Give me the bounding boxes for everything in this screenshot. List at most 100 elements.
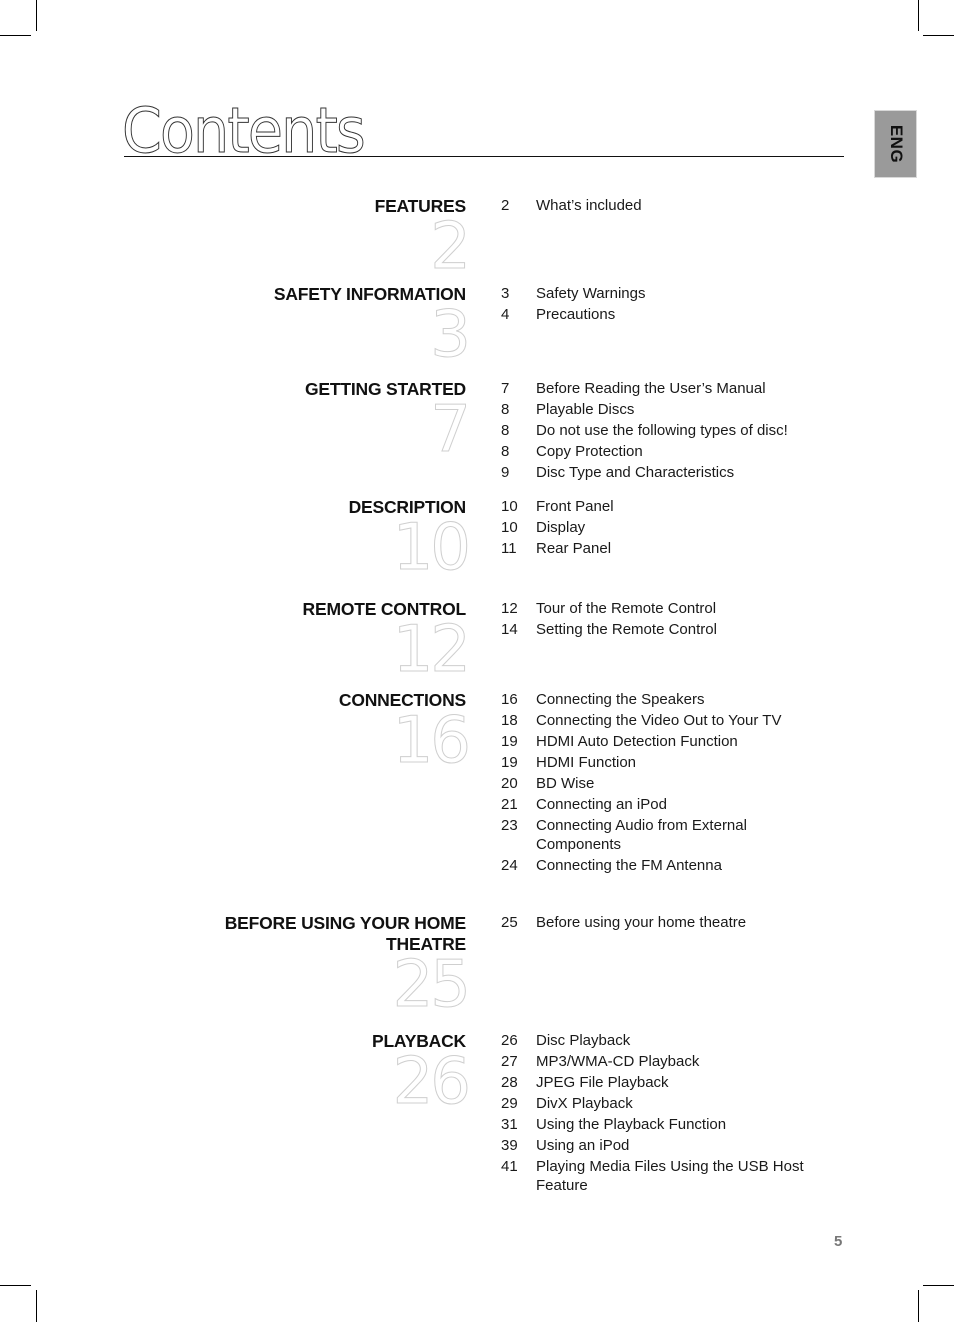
toc-entry-page: 8 xyxy=(501,422,510,439)
toc-entry[interactable]: 10 Front Panel xyxy=(501,497,831,516)
toc-entry[interactable]: 31 Using the Playback Function xyxy=(501,1115,831,1134)
language-tab: ENG xyxy=(874,110,917,178)
toc-entry[interactable]: 20 BD Wise xyxy=(501,774,831,793)
toc-entry-label: MP3/WMA-CD Playback xyxy=(536,1053,700,1070)
toc-entry[interactable]: 23 Connecting Audio from External Compone… xyxy=(501,816,831,854)
section-start-page-number: 26 xyxy=(392,1045,471,1119)
toc-entry[interactable]: 28 JPEG File Playback xyxy=(501,1073,831,1092)
toc-entry-page: 8 xyxy=(501,443,510,460)
toc-entry-label: Connecting the FM Antenna xyxy=(536,857,722,874)
section-header: DESCRIPTION 10 xyxy=(166,497,472,585)
crop-mark-top-right-vertical xyxy=(918,0,919,31)
section-start-page-number: 3 xyxy=(430,298,472,372)
toc-entry-label: Disc Type and Characteristics xyxy=(536,464,735,481)
toc-entry-label: BD Wise xyxy=(536,775,595,792)
section-item-list: 12 Tour of the Remote Control 14 Setting th… xyxy=(501,599,831,641)
toc-entry-label: HDMI Function xyxy=(536,754,637,771)
title-rule xyxy=(124,156,844,157)
crop-mark-top-left-vertical xyxy=(36,0,37,31)
section-item-list: 26 Disc Playback 27 MP3/WMA-CD Playback 28 JP… xyxy=(501,1031,831,1197)
crop-mark-top-right-horizontal xyxy=(923,35,954,36)
section-header: REMOTE CONTROL 12 xyxy=(166,599,472,683)
toc-entry-label: Front Panel xyxy=(536,498,614,515)
section-item-list: 2 What’s included xyxy=(501,196,831,217)
section-start-page-number: 2 xyxy=(430,210,472,284)
toc-entry-label: Before Reading the User’s Manual xyxy=(536,380,766,397)
toc-entry-label: Precautions xyxy=(536,306,616,323)
toc-entry[interactable]: 3 Safety Warnings xyxy=(501,284,831,303)
toc-entry[interactable]: 19 HDMI Auto Detection Function xyxy=(501,732,831,751)
language-tab-label: ENG xyxy=(886,124,906,164)
toc-entry[interactable]: 26 Disc Playback xyxy=(501,1031,831,1050)
toc-entry-label: Connecting Audio from External Component… xyxy=(536,817,747,853)
crop-mark-bottom-right-horizontal xyxy=(923,1285,954,1286)
toc-entry-label: What’s included xyxy=(536,197,642,214)
page-number: 5 xyxy=(834,1233,843,1250)
section-item-list: 10 Front Panel 10 Display 11 Rear Panel xyxy=(501,497,831,560)
toc-entry-label: Playable Discs xyxy=(536,401,635,418)
toc-entry[interactable]: 39 Using an iPod xyxy=(501,1136,831,1155)
section-header: PLAYBACK 26 xyxy=(166,1031,472,1119)
toc-entry[interactable]: 41 Playing Media Files Using the USB Host… xyxy=(501,1157,831,1195)
toc-entry-page: 41 xyxy=(501,1158,518,1175)
toc-entry[interactable]: 2 What’s included xyxy=(501,196,831,215)
toc-entry-label: JPEG File Playback xyxy=(536,1074,669,1091)
toc-entry-page: 39 xyxy=(501,1137,518,1154)
toc-entry-label: Playing Media Files Using the USB Host F… xyxy=(536,1158,804,1194)
toc-entry-label: Safety Warnings xyxy=(536,285,646,302)
toc-entry-page: 19 xyxy=(501,733,518,750)
section-header: BEFORE USING YOUR HOME THEATRE 25 xyxy=(166,913,472,1022)
toc-entry-label: Before using your home theatre xyxy=(536,914,747,931)
toc-entry-label: Connecting the Speakers xyxy=(536,691,705,708)
section-heading[interactable]: SAFETY INFORMATION xyxy=(166,284,466,305)
toc-entry-page: 9 xyxy=(501,464,510,481)
toc-entry-page: 10 xyxy=(501,519,518,536)
toc-entry[interactable]: 29 DivX Playback xyxy=(501,1094,831,1113)
toc-entry-page: 7 xyxy=(501,380,510,397)
section-start-page-number: 7 xyxy=(430,393,472,467)
toc-entry-label: HDMI Auto Detection Function xyxy=(536,733,738,750)
toc-entry[interactable]: 8 Playable Discs xyxy=(501,400,831,419)
section-item-list: 16 Connecting the Speakers 18 Connecting th… xyxy=(501,690,831,877)
toc-entry[interactable]: 11 Rear Panel xyxy=(501,539,831,558)
toc-entry[interactable]: 25 Before using your home theatre xyxy=(501,913,831,932)
toc-entry[interactable]: 27 MP3/WMA-CD Playback xyxy=(501,1052,831,1071)
toc-entry-page: 10 xyxy=(501,498,518,515)
toc-entry[interactable]: 9 Disc Type and Characteristics xyxy=(501,463,831,482)
section-heading[interactable]: FEATURES xyxy=(166,196,467,217)
crop-mark-top-left-horizontal xyxy=(0,35,31,36)
section-header: GETTING STARTED 7 xyxy=(166,379,472,467)
toc-entry[interactable]: 18 Connecting the Video Out to Your TV xyxy=(501,711,831,730)
toc-entry-label: Using the Playback Function xyxy=(536,1116,727,1133)
section-heading[interactable]: GETTING STARTED xyxy=(166,379,466,400)
toc-entry-page: 31 xyxy=(501,1116,518,1133)
toc-entry[interactable]: 24 Connecting the FM Antenna xyxy=(501,856,831,875)
toc-entry[interactable]: 19 HDMI Function xyxy=(501,753,831,772)
crop-mark-bottom-right-vertical xyxy=(918,1290,919,1322)
section-start-page-number: 16 xyxy=(392,704,471,778)
toc-entry-page: 25 xyxy=(501,914,518,931)
toc-entry-page: 26 xyxy=(501,1032,518,1049)
section-start-page-number: 10 xyxy=(392,511,471,585)
toc-entry[interactable]: 7 Before Reading the User’s Manual xyxy=(501,379,831,398)
toc-entry[interactable]: 8 Do not use the following types of disc! xyxy=(501,421,831,440)
toc-entry-label: Disc Playback xyxy=(536,1032,631,1049)
toc-entry-page: 2 xyxy=(501,197,510,214)
toc-entry-page: 8 xyxy=(501,401,510,418)
toc-entry-label: Copy Protection xyxy=(536,443,643,460)
toc-entry-page: 11 xyxy=(501,540,517,557)
toc-entry-page: 14 xyxy=(501,621,518,638)
toc-entry[interactable]: 14 Setting the Remote Control xyxy=(501,620,831,639)
crop-mark-bottom-left-vertical xyxy=(36,1290,37,1322)
toc-entry[interactable]: 8 Copy Protection xyxy=(501,442,831,461)
toc-entry[interactable]: 4 Precautions xyxy=(501,305,831,324)
toc-entry[interactable]: 10 Display xyxy=(501,518,831,537)
toc-entry[interactable]: 16 Connecting the Speakers xyxy=(501,690,831,709)
section-start-page-number: 25 xyxy=(392,948,471,1022)
toc-entry-page: 21 xyxy=(501,796,518,813)
toc-entry[interactable]: 21 Connecting an iPod xyxy=(501,795,831,814)
toc-entry-label: Connecting the Video Out to Your TV xyxy=(536,712,782,729)
toc-entry-label: Do not use the following types of disc! xyxy=(536,422,788,439)
toc-entry-label: Using an iPod xyxy=(536,1137,630,1154)
toc-entry[interactable]: 12 Tour of the Remote Control xyxy=(501,599,831,618)
